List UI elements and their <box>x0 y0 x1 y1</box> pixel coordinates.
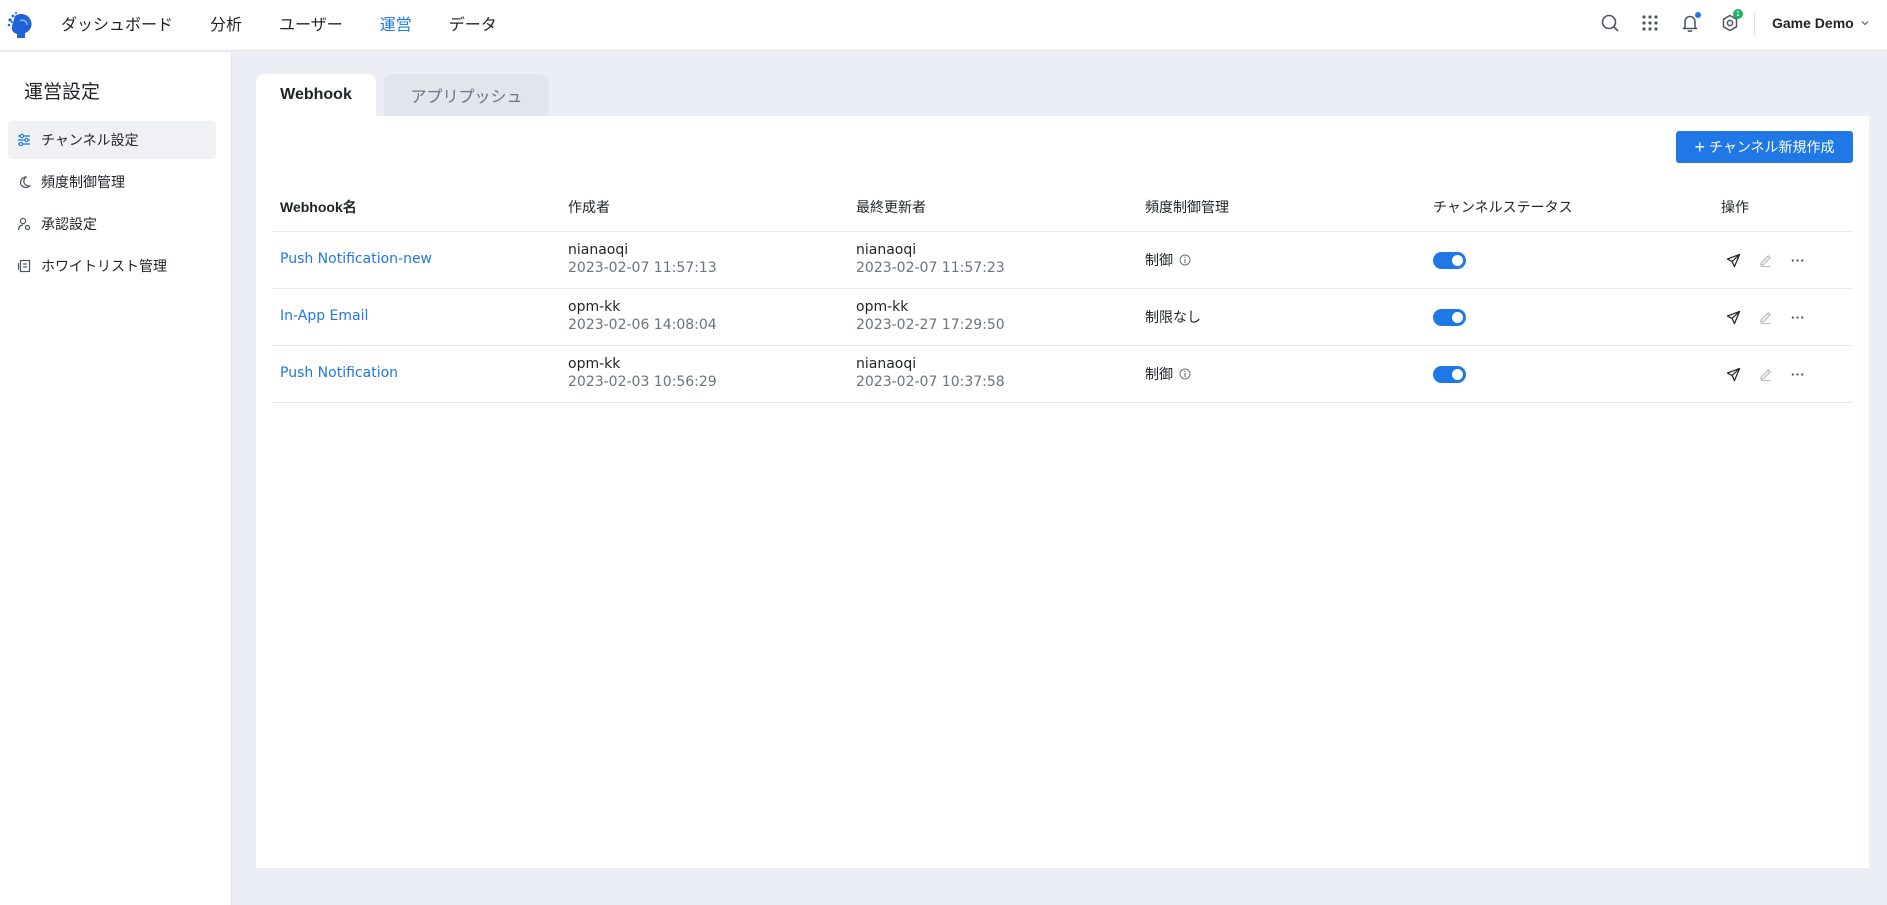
edit-icon[interactable] <box>1757 366 1773 382</box>
frequency-limit: 制御 <box>1145 250 1191 270</box>
created-time: 2023-02-06 14:08:04 <box>568 317 717 333</box>
create-channel-button[interactable]: + チャンネル新規作成 <box>1676 131 1853 163</box>
created-time: 2023-02-07 11:57:13 <box>568 260 717 276</box>
frequency-limit: 制御 <box>1145 364 1191 384</box>
sidebar-item-label: 承認設定 <box>41 217 97 233</box>
info-icon[interactable] <box>1179 254 1191 266</box>
nav-dashboard[interactable]: ダッシュボード <box>61 11 173 35</box>
more-icon[interactable] <box>1789 366 1805 382</box>
updated-time: 2023-02-27 17:29:50 <box>856 317 1005 333</box>
sidebar-item-label: 頻度制御管理 <box>41 175 125 191</box>
main-nav: ダッシュボード 分析 ユーザー 運営 データ <box>61 0 534 46</box>
bell-icon[interactable] <box>1678 11 1702 35</box>
webhook-name-link[interactable]: Push Notification-new <box>280 251 432 267</box>
sidebar-item-approval-settings[interactable]: 承認設定 <box>8 205 216 243</box>
more-icon[interactable] <box>1789 252 1805 268</box>
account-menu[interactable]: Game Demo <box>1772 15 1870 31</box>
send-icon[interactable] <box>1725 252 1741 268</box>
creator-name: opm-kk <box>568 356 621 372</box>
sidebar-title: 運営設定 <box>24 81 101 103</box>
logo-icon[interactable] <box>6 10 34 40</box>
sliders-icon <box>18 133 30 147</box>
create-channel-label: チャンネル新規作成 <box>1708 139 1835 155</box>
table-divider <box>272 402 1853 403</box>
sidebar-item-label: チャンネル設定 <box>41 133 139 149</box>
edit-icon[interactable] <box>1757 252 1773 268</box>
nav-users[interactable]: ユーザー <box>279 11 343 35</box>
sidebar-item-label: ホワイトリスト管理 <box>41 259 167 275</box>
frequency-limit-label: 制御 <box>1145 367 1173 383</box>
top-divider <box>1754 13 1755 35</box>
col-header-webhook-name: Webhook名 <box>280 199 357 215</box>
more-icon[interactable] <box>1789 309 1805 325</box>
updater-name: nianaoqi <box>856 356 917 372</box>
table-divider <box>272 231 1853 232</box>
nav-operations[interactable]: 運営 <box>380 11 412 35</box>
creator-name: opm-kk <box>568 299 621 315</box>
toggle-knob <box>1452 369 1463 380</box>
updater-name: nianaoqi <box>856 242 917 258</box>
col-header-frequency: 頻度制御管理 <box>1145 200 1229 216</box>
webhook-name-link[interactable]: In-App Email <box>280 308 368 324</box>
toggle-knob <box>1452 312 1463 323</box>
channel-status-toggle[interactable] <box>1433 309 1466 326</box>
whitelist-icon <box>17 259 31 273</box>
updated-time: 2023-02-07 10:37:58 <box>856 374 1005 390</box>
search-icon[interactable] <box>1598 11 1622 35</box>
gear-icon[interactable]: 1 <box>1718 9 1743 35</box>
sidebar-item-channel-settings[interactable]: チャンネル設定 <box>8 121 216 159</box>
sidebar: 運営設定 チャンネル設定 頻度制御管理 承認設定 ホワイトリスト管理 <box>0 52 232 905</box>
col-header-creator: 作成者 <box>568 200 610 216</box>
send-icon[interactable] <box>1725 309 1741 325</box>
sidebar-item-frequency-control[interactable]: 頻度制御管理 <box>8 163 216 201</box>
channel-status-toggle[interactable] <box>1433 366 1466 383</box>
nav-analysis[interactable]: 分析 <box>210 11 242 35</box>
creator-name: nianaoqi <box>568 242 629 258</box>
moon-icon <box>19 176 31 189</box>
col-header-actions: 操作 <box>1721 200 1749 216</box>
sidebar-item-whitelist[interactable]: ホワイトリスト管理 <box>8 247 216 285</box>
top-icon-group: 1 <box>1598 9 1758 35</box>
col-header-status: チャンネルステータス <box>1433 200 1573 216</box>
account-name: Game Demo <box>1772 15 1854 31</box>
frequency-limit-label: 制限なし <box>1145 310 1201 326</box>
nav-data[interactable]: データ <box>449 11 497 35</box>
content-card <box>256 116 1869 868</box>
toggle-knob <box>1452 255 1463 266</box>
channel-status-toggle[interactable] <box>1433 252 1466 269</box>
col-header-updater: 最終更新者 <box>856 200 926 216</box>
updater-name: opm-kk <box>856 299 909 315</box>
settings-badge: 1 <box>1733 9 1743 19</box>
created-time: 2023-02-03 10:56:29 <box>568 374 717 390</box>
table-divider <box>272 288 1853 289</box>
info-icon[interactable] <box>1179 368 1191 380</box>
send-icon[interactable] <box>1725 366 1741 382</box>
edit-icon[interactable] <box>1757 309 1773 325</box>
updated-time: 2023-02-07 11:57:23 <box>856 260 1005 276</box>
apps-grid-icon[interactable] <box>1638 11 1662 35</box>
webhook-name-link[interactable]: Push Notification <box>280 365 398 381</box>
table-divider <box>272 345 1853 346</box>
tab-app-push[interactable]: アプリプッシュ <box>384 74 549 116</box>
chevron-down-icon <box>1861 21 1869 26</box>
frequency-limit: 制限なし <box>1145 307 1201 327</box>
notification-dot <box>1695 12 1701 18</box>
frequency-limit-label: 制御 <box>1145 253 1173 269</box>
user-settings-icon <box>17 217 31 231</box>
tab-webhook[interactable]: Webhook <box>256 74 376 116</box>
top-bar: ダッシュボード 分析 ユーザー 運営 データ 1 Game Demo <box>0 0 1887 51</box>
plus-icon: + <box>1694 137 1705 157</box>
